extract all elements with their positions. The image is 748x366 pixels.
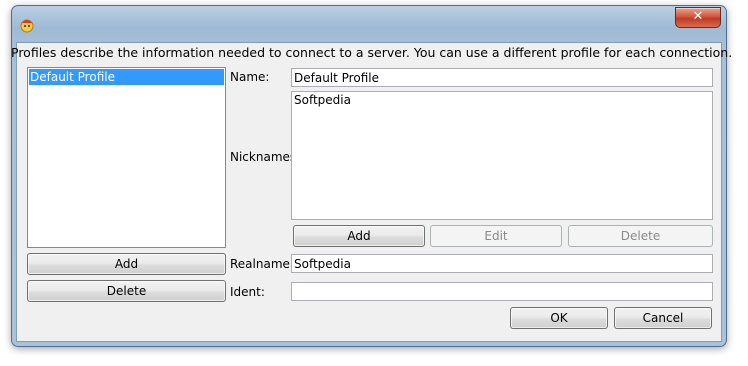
edit-nickname-button[interactable]: Edit [430,225,562,247]
delete-profile-button[interactable]: Delete [27,280,226,302]
ident-field[interactable] [291,282,713,301]
name-label: Name: [230,70,270,84]
add-nickname-button[interactable]: Add [293,225,425,247]
realname-label: Realname: [230,257,294,271]
ident-label: Ident: [230,285,265,299]
add-profile-button[interactable]: Add [27,253,226,275]
nicknames-label: Nicknames: [230,150,301,164]
titlebar: ✕ [12,6,726,40]
cancel-button[interactable]: Cancel [614,307,712,329]
profile-list[interactable]: Default Profile [27,67,226,248]
close-button[interactable]: ✕ [675,7,721,28]
name-field[interactable]: Default Profile [291,68,713,87]
description-text: Profiles describe the information needed… [11,45,733,60]
nicknames-textarea[interactable]: Softpedia [291,91,713,220]
ok-button[interactable]: OK [510,307,608,329]
app-icon [19,17,35,33]
delete-nickname-button[interactable]: Delete [568,225,713,247]
list-item[interactable]: Default Profile [29,69,224,85]
realname-field[interactable]: Softpedia [291,254,713,273]
